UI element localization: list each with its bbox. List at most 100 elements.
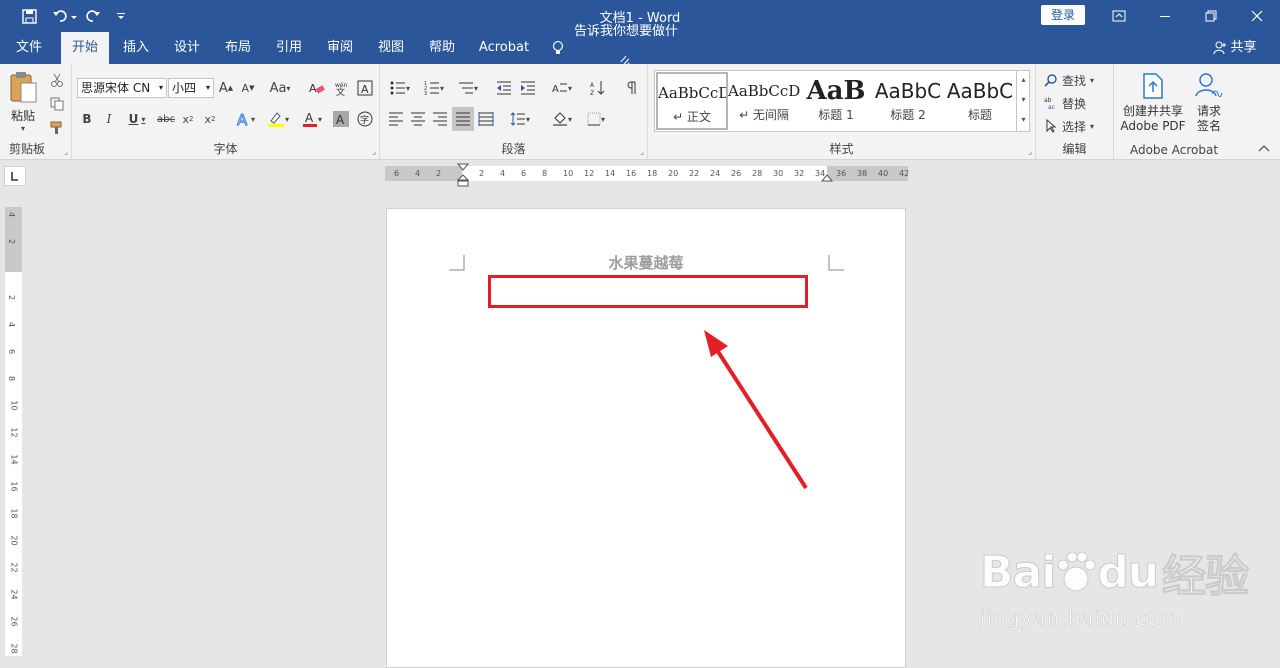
- acrobat-group: 创建并共享 Adobe PDF 请求 签名 Adobe Acrobat: [1114, 64, 1234, 160]
- copy-icon[interactable]: [48, 94, 66, 114]
- clear-formatting-icon[interactable]: A: [308, 78, 326, 98]
- align-left-icon[interactable]: [386, 109, 406, 129]
- enclose-characters-icon[interactable]: 字: [356, 109, 374, 129]
- character-border-icon[interactable]: A: [356, 78, 374, 98]
- ruler-tick-label: 2: [7, 294, 17, 301]
- tab-view[interactable]: 视图: [369, 32, 413, 64]
- phonetic-guide-icon[interactable]: wén 文: [333, 78, 351, 98]
- share-button[interactable]: 共享: [1208, 32, 1262, 64]
- bold-icon[interactable]: B: [80, 109, 94, 129]
- styles-scroll[interactable]: ▴ ▾ ▾: [1016, 70, 1030, 132]
- tab-home[interactable]: 开始: [61, 32, 109, 65]
- tell-me-search[interactable]: 告诉我你想要做什么: [552, 24, 684, 71]
- font-launcher-icon[interactable]: ⌟: [372, 147, 376, 156]
- tab-design[interactable]: 设计: [165, 32, 209, 64]
- find-label: 查找: [1062, 73, 1087, 88]
- ruler-tick-label: 26: [731, 169, 742, 178]
- character-shading-icon[interactable]: A: [333, 109, 349, 129]
- tab-acrobat[interactable]: Acrobat: [474, 32, 534, 64]
- shrink-font-icon[interactable]: A ▼: [240, 78, 256, 98]
- replace-icon: abac: [1044, 97, 1055, 110]
- bullets-icon[interactable]: ▾: [386, 78, 414, 98]
- close-icon[interactable]: [1245, 6, 1269, 26]
- align-right-icon[interactable]: [430, 109, 450, 129]
- tab-file[interactable]: 文件: [6, 32, 52, 64]
- create-pdf-button[interactable]: 创建并共享 Adobe PDF: [1118, 72, 1188, 134]
- watermark-brand: Bai: [979, 546, 1056, 598]
- subscript-icon[interactable]: x2: [180, 109, 196, 129]
- line-spacing-icon[interactable]: ▾: [506, 109, 534, 129]
- multilevel-list-icon[interactable]: ▾: [454, 78, 482, 98]
- align-center-icon[interactable]: [408, 109, 428, 129]
- shading-icon[interactable]: ▾: [548, 109, 576, 129]
- vertical-ruler[interactable]: 4 2 2 4 6 8 10 12 14 16 18 20 22 24 26 28: [5, 207, 22, 656]
- create-pdf-line1: 创建并共享: [1122, 104, 1183, 118]
- strikethrough-icon[interactable]: abc: [156, 109, 176, 129]
- ruler-tick-label: 12: [584, 169, 595, 178]
- minimize-icon[interactable]: [1153, 6, 1177, 26]
- tab-review[interactable]: 审阅: [318, 32, 362, 64]
- restore-icon[interactable]: [1199, 6, 1223, 26]
- distributed-icon[interactable]: [476, 109, 496, 129]
- font-family-select[interactable]: 思源宋体 CN ▾: [77, 78, 167, 98]
- text-effects-icon[interactable]: A ▾: [232, 109, 258, 129]
- ruler-tick-label: 14: [9, 454, 19, 465]
- justify-icon[interactable]: [452, 107, 474, 131]
- sort-icon[interactable]: AZ: [588, 78, 608, 98]
- font-color-icon[interactable]: A ▾: [298, 109, 326, 129]
- styles-group: AaBbCcDd ↵ 正文 AaBbCcDd ↵ 无间隔 AaB 标题 1 Aa…: [648, 64, 1036, 160]
- style-heading-1[interactable]: AaB 标题 1: [800, 72, 872, 130]
- change-case-icon[interactable]: Aa ▾: [268, 78, 292, 98]
- svg-text:ab: ab: [1044, 97, 1052, 104]
- grow-font-icon[interactable]: A ▲: [218, 78, 234, 98]
- watermark-brand-2: du: [1097, 546, 1160, 598]
- svg-text:A: A: [305, 111, 314, 125]
- tab-references[interactable]: 引用: [267, 32, 311, 64]
- style-name: ↵ 无间隔: [739, 108, 789, 122]
- ruler-tick-label: 4: [500, 169, 506, 178]
- style-no-spacing[interactable]: AaBbCcDd ↵ 无间隔: [728, 72, 800, 130]
- borders-icon[interactable]: ▾: [582, 109, 610, 129]
- ruler-tick-label: 6: [7, 348, 17, 355]
- underline-icon[interactable]: U ▾: [124, 109, 150, 129]
- tab-help[interactable]: 帮助: [420, 32, 464, 64]
- page-header-text[interactable]: 水果蔓越莓: [387, 252, 905, 273]
- styles-launcher-icon[interactable]: ⌟: [1028, 147, 1032, 156]
- ruler-tick-label: 22: [9, 562, 19, 573]
- superscript-icon[interactable]: x2: [202, 109, 218, 129]
- paste-button[interactable]: 粘贴 ▾: [6, 70, 40, 136]
- replace-button[interactable]: ab ac 替换: [1044, 93, 1108, 113]
- format-painter-icon[interactable]: [48, 118, 66, 138]
- ruler-tick-label: 12: [9, 427, 19, 438]
- indent-marker-icon[interactable]: [457, 163, 469, 191]
- style-heading-2[interactable]: AaBbC 标题 2: [872, 72, 944, 130]
- italic-icon[interactable]: I: [102, 109, 116, 129]
- select-button[interactable]: 选择 ▾: [1044, 116, 1108, 136]
- right-indent-marker-icon[interactable]: [821, 174, 833, 184]
- cut-icon[interactable]: [48, 70, 66, 90]
- numbering-icon[interactable]: 1 2 3 ▾: [420, 78, 448, 98]
- increase-indent-icon[interactable]: [518, 78, 538, 98]
- tab-layout[interactable]: 布局: [216, 32, 260, 64]
- tab-insert[interactable]: 插入: [114, 32, 158, 64]
- ruler-tick-label: 24: [710, 169, 721, 178]
- show-formatting-marks-icon[interactable]: [624, 78, 640, 98]
- ribbon-display-options-icon[interactable]: [1107, 6, 1131, 26]
- request-signature-button[interactable]: 请求 签名: [1190, 72, 1228, 134]
- horizontal-ruler[interactable]: 6 4 2 2 4 6 8 10 12 14 16 18 20 22 24 26 28 30 32 34 36 38 40 4…: [385, 163, 909, 187]
- style-name: 标题 2: [890, 108, 926, 122]
- find-button[interactable]: 查找 ▾: [1044, 70, 1108, 90]
- ruler-tick-label: 18: [9, 508, 19, 519]
- tab-stop-selector[interactable]: [4, 166, 26, 186]
- login-button[interactable]: 登录: [1041, 5, 1085, 25]
- text-highlight-icon[interactable]: ▾: [264, 109, 292, 129]
- clipboard-launcher-icon[interactable]: ⌟: [64, 147, 68, 156]
- font-size-select[interactable]: 小四 ▾: [168, 78, 214, 98]
- decrease-indent-icon[interactable]: [494, 78, 514, 98]
- ruler-tick-label: 14: [605, 169, 616, 178]
- style-normal[interactable]: AaBbCcDd ↵ 正文: [656, 72, 728, 130]
- style-title[interactable]: AaBbC 标题: [944, 72, 1016, 130]
- paragraph-launcher-icon[interactable]: ⌟: [640, 147, 644, 156]
- collapse-ribbon-icon[interactable]: [1258, 144, 1270, 155]
- chinese-layout-icon[interactable]: A ▾: [548, 78, 576, 98]
